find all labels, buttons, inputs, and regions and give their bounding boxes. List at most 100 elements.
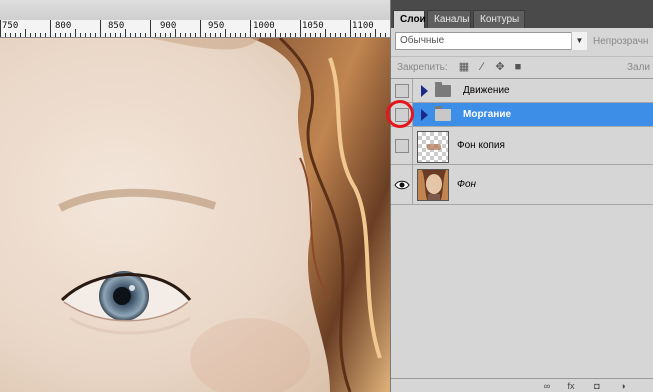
expand-triangle-icon[interactable] — [421, 108, 428, 121]
eye-icon[interactable] — [394, 180, 410, 190]
ruler-tick — [125, 29, 126, 37]
ruler-tick — [295, 33, 296, 37]
ruler-tick — [100, 20, 101, 37]
tab-layers[interactable]: Слои — [393, 10, 426, 28]
ruler-tick — [185, 33, 186, 37]
ruler-tick — [0, 20, 1, 37]
ruler-tick — [285, 33, 286, 37]
ruler-label: 1100 — [352, 21, 374, 31]
padlock-icon[interactable]: ■ — [511, 60, 525, 74]
transparency-lock-icon[interactable]: ▦ — [457, 60, 471, 74]
ruler-tick — [350, 20, 351, 37]
layer-row[interactable]: Фон копия — [391, 127, 653, 165]
fx-icon[interactable]: fx — [565, 380, 577, 392]
visibility-off-box[interactable] — [395, 138, 409, 153]
ruler-tick — [165, 33, 166, 37]
ruler-tick — [20, 33, 21, 37]
move-icon[interactable]: ✥ — [493, 60, 507, 74]
ruler-tick — [370, 33, 371, 37]
ruler-label: 850 — [108, 21, 125, 31]
ruler-tick — [340, 33, 341, 37]
ruler-tick — [275, 29, 276, 37]
mask-icon[interactable]: ◘ — [591, 380, 603, 392]
blend-mode-select[interactable]: Обычные — [395, 32, 587, 50]
visibility-toggle[interactable] — [391, 165, 413, 204]
ruler-tick — [155, 33, 156, 37]
layer-name: Движение — [463, 84, 510, 96]
layers-panel: Слои Каналы Контуры Обычные ▼ Непрозрачн… — [390, 0, 653, 392]
ruler-tick — [255, 33, 256, 37]
folder-icon — [435, 105, 451, 121]
ruler-tick — [50, 20, 51, 37]
layer-row-group-selected[interactable]: Моргание — [391, 103, 653, 127]
ruler-tick — [235, 33, 236, 37]
ruler-tick — [10, 33, 11, 37]
ruler-label: 1050 — [302, 21, 324, 31]
ruler-tick — [15, 33, 16, 37]
ruler-tick — [210, 33, 211, 37]
ruler-tick — [245, 33, 246, 37]
document-top-bar — [0, 0, 390, 20]
opacity-label: Непрозрачн — [593, 36, 649, 47]
ruler-tick — [195, 33, 196, 37]
tab-paths[interactable]: Контуры — [473, 10, 525, 28]
ruler-tick — [160, 33, 161, 37]
ruler-tick — [135, 33, 136, 37]
folder-icon — [435, 81, 451, 97]
layer-name: Фон — [457, 178, 477, 190]
ruler-tick — [305, 33, 306, 37]
ruler-tick — [40, 33, 41, 37]
layer-row-group[interactable]: Движение — [391, 79, 653, 103]
ruler-tick — [150, 20, 151, 37]
ruler-tick — [85, 33, 86, 37]
ruler-tick — [5, 33, 6, 37]
ruler-tick — [190, 33, 191, 37]
ruler-tick — [270, 33, 271, 37]
ruler-tick — [320, 33, 321, 37]
ruler-tick — [365, 33, 366, 37]
link-icon[interactable]: ∞ — [541, 380, 553, 392]
tab-channels[interactable]: Каналы — [427, 10, 471, 28]
ruler-tick — [170, 33, 171, 37]
visibility-toggle[interactable] — [391, 79, 413, 102]
ruler-tick — [355, 33, 356, 37]
ruler-tick — [90, 33, 91, 37]
ruler-tick — [260, 33, 261, 37]
highlight-ring — [386, 100, 414, 128]
brush-icon[interactable]: ∕ — [475, 60, 489, 74]
chevron-down-icon[interactable]: ▼ — [571, 32, 587, 50]
ruler-tick — [140, 33, 141, 37]
ruler-tick — [175, 29, 176, 37]
ruler-tick — [380, 33, 381, 37]
ruler-tick — [80, 33, 81, 37]
ruler-tick — [30, 33, 31, 37]
ruler-tick — [60, 33, 61, 37]
visibility-off-box[interactable] — [395, 83, 409, 98]
ruler-tick — [65, 33, 66, 37]
panel-tab-bar: Слои Каналы Контуры — [391, 0, 653, 28]
ruler-tick — [35, 33, 36, 37]
ruler-tick — [330, 33, 331, 37]
ruler-tick — [385, 33, 386, 37]
expand-triangle-icon[interactable] — [421, 84, 428, 97]
ruler-tick — [225, 29, 226, 37]
ruler-tick — [220, 33, 221, 37]
ruler-tick — [315, 33, 316, 37]
layer-thumbnail — [417, 131, 449, 163]
ruler-tick — [45, 33, 46, 37]
ruler-tick — [345, 33, 346, 37]
ruler-tick — [205, 33, 206, 37]
layer-row-background[interactable]: Фон — [391, 165, 653, 205]
fill-label: Зали — [627, 62, 651, 73]
horizontal-ruler: 750 800 850 900 950 1000 1050 1100 — [0, 20, 390, 38]
document-canvas[interactable]: 750 800 850 900 950 1000 1050 1100 — [0, 0, 390, 392]
panel-bottom-bar: ∞ fx ◘ ◑ — [391, 378, 653, 392]
ruler-label: 800 — [55, 21, 72, 31]
ruler-tick — [105, 33, 106, 37]
layer-name: Моргание — [463, 108, 512, 120]
adjustment-icon[interactable]: ◑ — [617, 380, 629, 392]
photo-face-closeup — [0, 38, 390, 392]
visibility-toggle[interactable] — [391, 127, 413, 164]
ruler-label: 750 — [2, 21, 19, 31]
ruler-tick — [110, 33, 111, 37]
